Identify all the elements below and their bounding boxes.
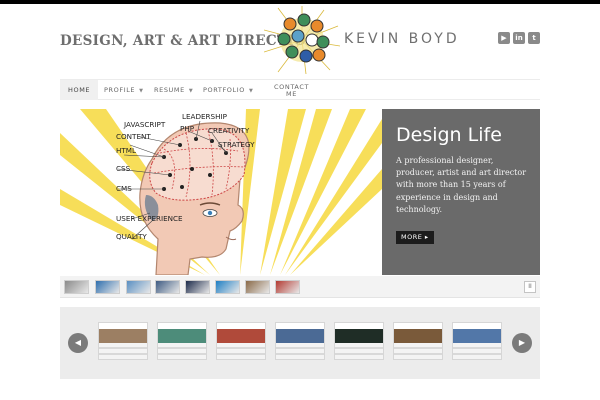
brain-label: CREATIVITY <box>208 126 250 135</box>
brain-label: QUALITY <box>116 232 147 241</box>
site-header: DESIGN, ART & ART DIRECTION KEVIN BOYD ▶… <box>60 6 540 74</box>
brown-thumb[interactable] <box>245 280 270 294</box>
social-links: ▶ in t <box>498 32 540 44</box>
red-seal-thumb[interactable] <box>275 280 300 294</box>
hero-title: Design Life <box>396 124 502 146</box>
night-thumb[interactable] <box>185 280 210 294</box>
drupal-thumb[interactable] <box>215 280 240 294</box>
carousel-slide[interactable] <box>157 322 207 360</box>
brain-label: USER EXPERIENCE <box>116 214 183 223</box>
cartoon-thumb[interactable] <box>126 280 151 294</box>
carousel-prev-button[interactable]: ◀ <box>68 333 88 353</box>
nav-item-contact[interactable]: CONTACT ME <box>274 84 309 104</box>
nav-item-portfolio[interactable]: PORTFOLIO ▼ <box>203 80 253 100</box>
brain-label: CSS <box>116 164 131 173</box>
carousel-slide[interactable] <box>98 322 148 360</box>
photo-thumb[interactable] <box>64 280 89 294</box>
logo-icon[interactable] <box>264 6 340 74</box>
carousel-slide[interactable] <box>334 322 384 360</box>
main-nav: HOME PROFILE ▼ RESUME ▼ PORTFOLIO ▼ CONTACT… <box>60 79 540 100</box>
youtube-icon[interactable]: ▶ <box>498 32 510 44</box>
nav-item-resume[interactable]: RESUME ▼ <box>154 80 193 100</box>
brain-label: CMS <box>116 184 132 193</box>
carousel-slide[interactable] <box>452 322 502 360</box>
top-black-bar <box>0 0 600 4</box>
carousel-slide[interactable] <box>216 322 266 360</box>
nav-item-profile[interactable]: PROFILE ▼ <box>104 80 144 100</box>
hero-caption-panel: Design Life A professional designer, pro… <box>382 109 540 275</box>
p-logo-thumb[interactable] <box>95 280 120 294</box>
carousel-next-button[interactable]: ▶ <box>512 333 532 353</box>
slider-thumbnails: II <box>60 276 540 298</box>
linkedin-icon[interactable]: in <box>513 32 525 44</box>
hero-slider: JAVASCRIPT LEADERSHIP PHP CREATIVITY CON… <box>60 109 540 275</box>
brain-label: LEADERSHIP <box>182 112 228 121</box>
site-owner-name: KEVIN BOYD <box>344 31 460 47</box>
nav-label: PROFILE <box>104 86 136 94</box>
nav-label: PORTFOLIO <box>203 86 245 94</box>
nav-label: RESUME <box>154 86 185 94</box>
twitter-icon[interactable]: t <box>528 32 540 44</box>
pause-button[interactable]: II <box>524 281 536 293</box>
nav-item-home[interactable]: HOME <box>60 80 99 100</box>
carousel-slide[interactable] <box>275 322 325 360</box>
hero-description: A professional designer, producer, artis… <box>396 156 527 214</box>
brain-label: HTML <box>116 146 136 155</box>
brain-label: STRATEGY <box>218 140 255 149</box>
brain-label: CONTENT <box>116 132 151 141</box>
carousel-slide[interactable] <box>393 322 443 360</box>
brain-label: PHP <box>180 124 195 133</box>
faces-thumb[interactable] <box>155 280 180 294</box>
brain-illustration: JAVASCRIPT LEADERSHIP PHP CREATIVITY CON… <box>60 109 382 275</box>
chevron-down-icon: ▼ <box>188 88 194 94</box>
chevron-down-icon: ▼ <box>248 88 254 94</box>
portfolio-carousel: ◀ ▶ <box>60 307 540 379</box>
more-button[interactable]: MORE ▸ <box>396 231 434 244</box>
nav-label: HOME <box>68 86 91 94</box>
brain-label: JAVASCRIPT <box>123 120 166 129</box>
chevron-down-icon: ▼ <box>139 88 144 94</box>
